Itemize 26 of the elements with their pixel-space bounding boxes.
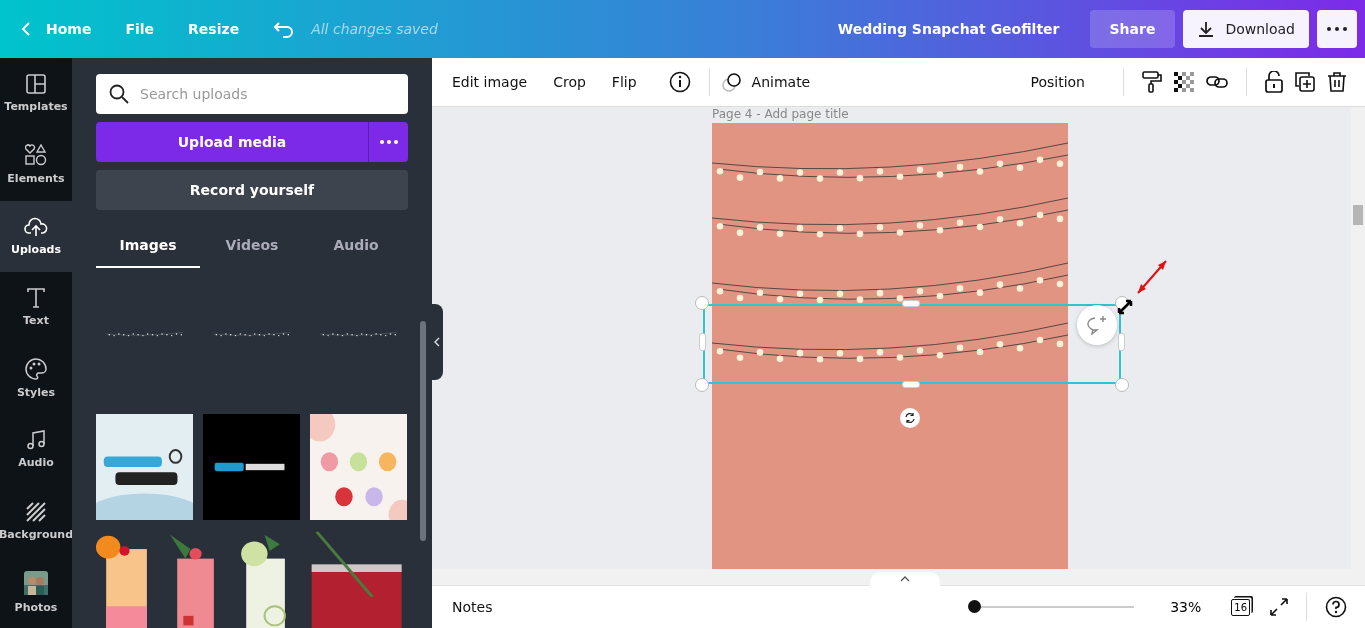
search-field[interactable]: Search uploads: [96, 74, 408, 114]
sidebar-item[interactable]: Elements: [0, 129, 72, 201]
media-tab[interactable]: Audio: [304, 224, 408, 268]
sidebar-item[interactable]: Uploads: [0, 200, 72, 272]
sidebar-item[interactable]: Photos: [0, 556, 72, 628]
page-count-button[interactable]: 16: [1231, 598, 1250, 616]
sidebar-item[interactable]: Audio: [0, 414, 72, 486]
sidebar-item[interactable]: Background: [0, 485, 72, 557]
media-tab[interactable]: Videos: [200, 224, 304, 268]
animate-button[interactable]: Animate: [721, 72, 811, 92]
share-button[interactable]: Share: [1089, 10, 1176, 48]
document-title[interactable]: Wedding Snapchat Geofilter: [837, 21, 1060, 37]
zoom-percentage[interactable]: 33%: [1170, 599, 1202, 615]
media-tab[interactable]: Images: [96, 224, 200, 268]
save-status: All changes saved: [311, 21, 438, 37]
upload-media-button[interactable]: Upload media: [96, 122, 368, 162]
toolbar-button[interactable]: Crop: [553, 74, 586, 90]
download-button[interactable]: Download: [1183, 10, 1309, 48]
position-button[interactable]: Position: [1030, 74, 1085, 90]
notes-button[interactable]: Notes: [452, 599, 493, 615]
sidebar-item[interactable]: Styles: [0, 343, 72, 415]
sidebar-item[interactable]: Text: [0, 271, 72, 343]
toolbar-button[interactable]: Flip: [611, 74, 637, 90]
toolbar-button[interactable]: Edit image: [452, 74, 528, 90]
record-yourself-button[interactable]: Record yourself: [96, 170, 408, 210]
sidebar-item[interactable]: Templates: [0, 58, 72, 130]
